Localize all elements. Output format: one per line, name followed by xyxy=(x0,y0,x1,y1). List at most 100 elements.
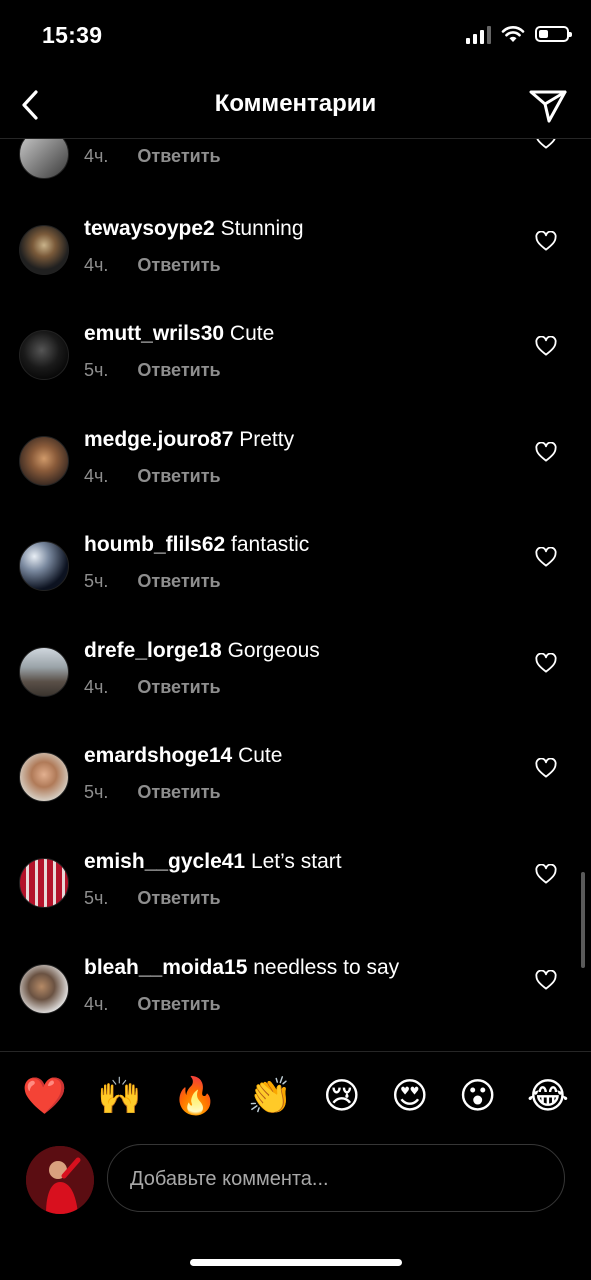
comment-item: emardshoge14 Cute 5ч. Ответить xyxy=(0,744,591,842)
heart-icon[interactable] xyxy=(535,336,557,356)
comment-meta: 4ч. Ответить xyxy=(84,994,221,1015)
comment-text: emardshoge14 Cute xyxy=(84,744,282,768)
comment-body: Cute xyxy=(229,322,275,345)
comment-item: bleah__moida15 needless to say 4ч. Ответ… xyxy=(0,956,591,1051)
avatar[interactable] xyxy=(19,541,69,591)
divider xyxy=(0,1051,591,1052)
comment-text: drefe_lorge18 Gorgeous xyxy=(84,639,320,663)
emoji-bar: ❤️ 🙌 🔥 👏 😢 😍 😮 😂 xyxy=(22,1072,569,1120)
header: Комментарии xyxy=(0,72,591,139)
heart-icon[interactable] xyxy=(535,442,557,462)
comment-item: 4ч. Ответить xyxy=(0,139,591,219)
reply-button[interactable]: Ответить xyxy=(137,888,220,908)
comment-text: emutt_wrils30 Cute xyxy=(84,322,274,346)
status-icons xyxy=(466,24,572,44)
comment-time: 5ч. xyxy=(84,571,109,591)
comment-meta: 4ч. Ответить xyxy=(84,146,221,167)
comment-input-container xyxy=(107,1144,565,1213)
avatar[interactable] xyxy=(19,964,69,1014)
comment-username[interactable]: emish__gycle41 xyxy=(84,850,245,873)
heart-icon[interactable] xyxy=(535,231,557,251)
comment-body: Cute xyxy=(238,744,283,767)
user-avatar xyxy=(26,1146,94,1214)
comment-item: drefe_lorge18 Gorgeous 4ч. Ответить xyxy=(0,639,591,737)
comment-username[interactable]: medge.jouro87 xyxy=(84,428,233,451)
page-title: Комментарии xyxy=(214,90,377,117)
home-indicator[interactable] xyxy=(190,1259,402,1266)
avatar[interactable] xyxy=(19,330,69,380)
comment-body: needless to say xyxy=(253,956,400,979)
emoji-surprised-face[interactable]: 😮 xyxy=(459,1072,497,1120)
comment-username[interactable]: houmb_flils62 xyxy=(84,533,225,556)
emoji-fire[interactable]: 🔥 xyxy=(173,1072,218,1120)
reply-button[interactable]: Ответить xyxy=(137,255,220,275)
comment-item: emish__gycle41 Let’s start 5ч. Ответить xyxy=(0,850,591,948)
battery-icon xyxy=(535,26,572,42)
comment-time: 4ч. xyxy=(84,466,109,486)
emoji-crying-face[interactable]: 😢 xyxy=(323,1072,361,1120)
reply-button[interactable]: Ответить xyxy=(137,466,220,486)
comment-meta: 4ч. Ответить xyxy=(84,466,221,487)
reply-button[interactable]: Ответить xyxy=(137,994,220,1014)
comment-body: Pretty xyxy=(239,428,295,451)
comment-body: fantastic xyxy=(231,533,310,556)
share-button[interactable] xyxy=(525,84,571,128)
comment-item: houmb_flils62 fantastic 5ч. Ответить xyxy=(0,533,591,631)
comment-text: emish__gycle41 Let’s start xyxy=(84,850,342,874)
heart-icon[interactable] xyxy=(535,970,557,990)
comment-input[interactable] xyxy=(128,1145,542,1213)
comment-time: 5ч. xyxy=(84,888,109,908)
comment-time: 4ч. xyxy=(84,255,109,275)
heart-icon[interactable] xyxy=(535,139,557,149)
comment-username[interactable]: tewaysoype2 xyxy=(84,217,215,240)
comment-text: tewaysoype2 Stunning xyxy=(84,217,304,241)
comment-body: Let’s start xyxy=(250,850,342,873)
avatar[interactable] xyxy=(19,225,69,275)
reply-button[interactable]: Ответить xyxy=(137,146,220,166)
comment-time: 4ч. xyxy=(84,146,109,166)
emoji-raised-hands[interactable]: 🙌 xyxy=(97,1072,142,1120)
avatar[interactable] xyxy=(19,858,69,908)
emoji-clapping-hands[interactable]: 👏 xyxy=(248,1072,293,1120)
comment-item: tewaysoype2 Stunning 4ч. Ответить xyxy=(0,217,591,315)
comment-text: bleah__moida15 needless to say xyxy=(84,956,399,980)
wifi-icon xyxy=(501,26,525,42)
paper-plane-icon xyxy=(529,90,567,123)
comment-meta: 4ч. Ответить xyxy=(84,677,221,698)
comment-username[interactable]: bleah__moida15 xyxy=(84,956,247,979)
comment-username[interactable]: drefe_lorge18 xyxy=(84,639,222,662)
comment-meta: 5ч. Ответить xyxy=(84,888,221,909)
cellular-signal-icon xyxy=(466,24,491,44)
comment-body: Gorgeous xyxy=(227,639,320,662)
heart-icon[interactable] xyxy=(535,758,557,778)
comments-list[interactable]: 4ч. Ответить tewaysoype2 Stunning 4ч. От… xyxy=(0,139,591,1051)
heart-icon[interactable] xyxy=(535,653,557,673)
emoji-heart-eyes[interactable]: 😍 xyxy=(391,1072,429,1120)
heart-icon[interactable] xyxy=(535,547,557,567)
comment-meta: 5ч. Ответить xyxy=(84,782,221,803)
comment-username[interactable]: emardshoge14 xyxy=(84,744,232,767)
comment-time: 4ч. xyxy=(84,994,109,1014)
reply-button[interactable]: Ответить xyxy=(137,360,220,380)
avatar[interactable] xyxy=(19,647,69,697)
avatar[interactable] xyxy=(19,436,69,486)
reply-button[interactable]: Ответить xyxy=(137,571,220,591)
reply-button[interactable]: Ответить xyxy=(137,782,220,802)
avatar[interactable] xyxy=(19,752,69,802)
comment-text: medge.jouro87 Pretty xyxy=(84,428,294,452)
comment-text: houmb_flils62 fantastic xyxy=(84,533,309,557)
heart-icon[interactable] xyxy=(535,864,557,884)
reply-button[interactable]: Ответить xyxy=(137,677,220,697)
status-bar: 15:39 xyxy=(0,0,591,72)
comment-username[interactable]: emutt_wrils30 xyxy=(84,322,224,345)
comment-item: emutt_wrils30 Cute 5ч. Ответить xyxy=(0,322,591,420)
scrollbar[interactable] xyxy=(581,872,585,968)
comment-body: Stunning xyxy=(220,217,304,240)
comment-time: 4ч. xyxy=(84,677,109,697)
avatar[interactable] xyxy=(19,139,69,179)
comment-meta: 5ч. Ответить xyxy=(84,571,221,592)
comment-item: medge.jouro87 Pretty 4ч. Ответить xyxy=(0,428,591,526)
comment-time: 5ч. xyxy=(84,782,109,802)
emoji-tears-of-joy[interactable]: 😂 xyxy=(527,1072,569,1120)
emoji-heart[interactable]: ❤️ xyxy=(22,1072,67,1120)
